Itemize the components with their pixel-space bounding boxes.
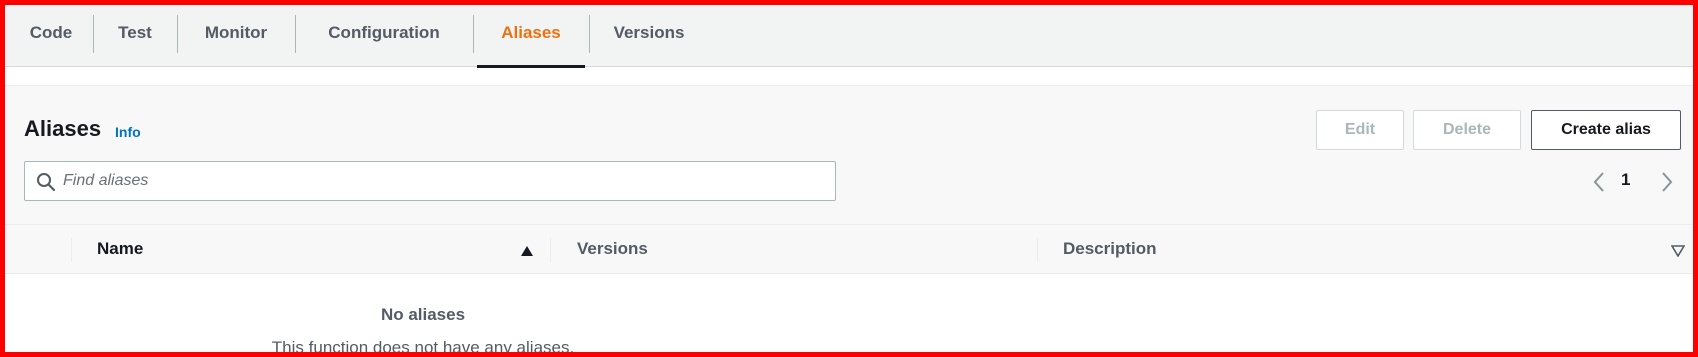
tab-versions[interactable]: Versions (593, 5, 705, 67)
caret-down-icon[interactable] (1671, 245, 1685, 257)
tab-aliases[interactable]: Aliases (477, 5, 585, 68)
tab-bar: Code Test Monitor Configuration Aliases … (5, 5, 1693, 68)
search-input[interactable] (63, 162, 823, 200)
page-number[interactable]: 1 (1621, 170, 1630, 190)
column-separator (1037, 238, 1038, 262)
tab-code[interactable]: Code (13, 5, 89, 67)
column-separator (550, 238, 551, 262)
table-body: No aliases This function does not have a… (5, 274, 1693, 357)
info-link[interactable]: Info (115, 124, 141, 140)
search-field[interactable] (24, 161, 836, 201)
panel-title: Aliases (24, 116, 102, 141)
chevron-left-icon[interactable] (1591, 170, 1607, 194)
aliases-panel: Aliases Info Edit Delete Create alias 1 … (5, 85, 1693, 357)
empty-state-title: No aliases (380, 305, 466, 324)
edit-button[interactable]: Edit (1316, 110, 1404, 150)
column-separator (71, 238, 72, 262)
column-header-versions[interactable]: Versions (577, 239, 648, 259)
empty-state-description: This function does not have any aliases. (271, 338, 575, 357)
search-icon (37, 173, 56, 192)
column-header-name[interactable]: Name (97, 239, 143, 259)
tab-separator (589, 15, 590, 53)
create-alias-button[interactable]: Create alias (1531, 110, 1681, 150)
tab-test[interactable]: Test (97, 5, 173, 67)
tab-separator (177, 15, 178, 53)
tab-monitor[interactable]: Monitor (181, 5, 291, 67)
tab-separator (473, 15, 474, 53)
chevron-right-icon[interactable] (1659, 170, 1675, 194)
aliases-page: Code Test Monitor Configuration Aliases … (0, 0, 1698, 357)
tab-separator (295, 15, 296, 53)
delete-button[interactable]: Delete (1413, 110, 1521, 150)
table-header: Name Versions Description (5, 224, 1693, 274)
column-header-description[interactable]: Description (1063, 239, 1157, 259)
tab-separator (93, 15, 94, 53)
sort-up-icon[interactable] (520, 245, 534, 257)
tab-configuration[interactable]: Configuration (299, 5, 469, 67)
